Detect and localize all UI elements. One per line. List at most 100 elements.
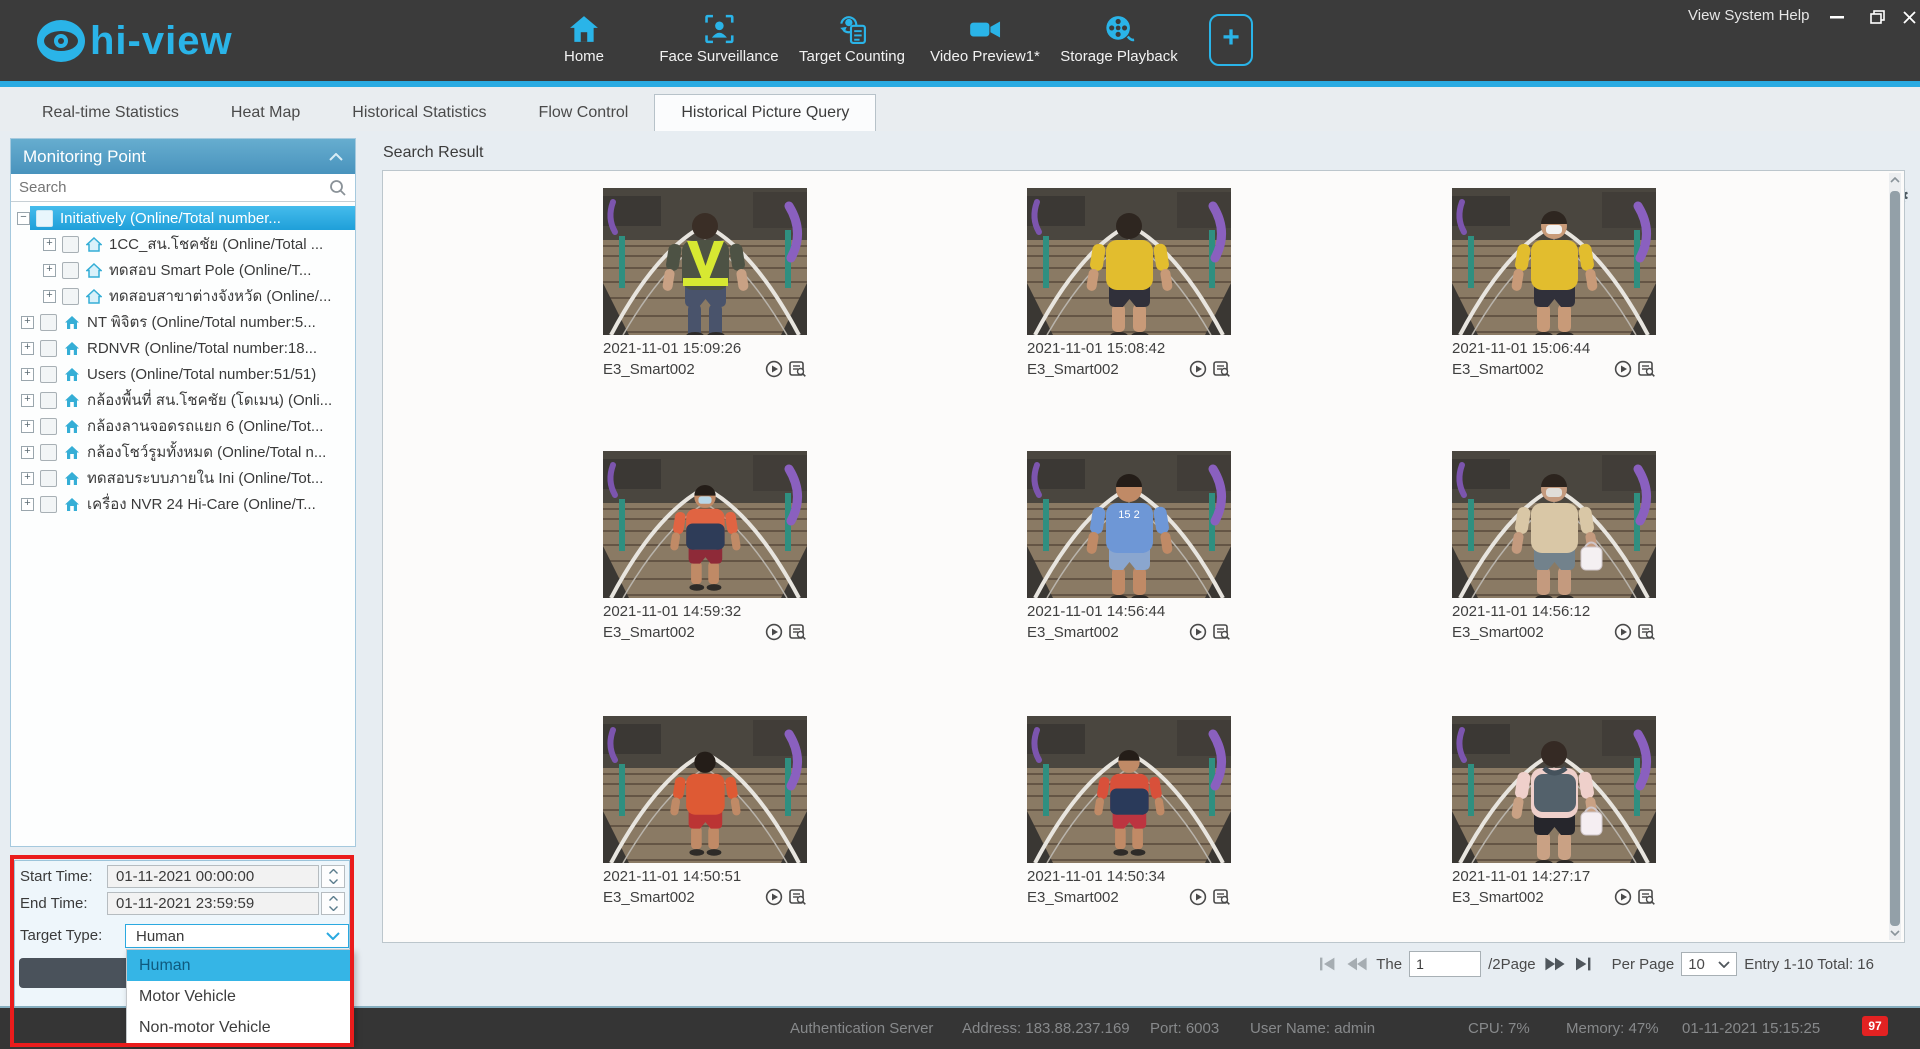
checkbox[interactable] [62, 236, 79, 253]
play-icon[interactable] [1614, 360, 1632, 378]
expand-icon[interactable]: + [21, 316, 34, 329]
tree-node[interactable]: ทดสอบสาขาต่างจังหวัด (Online/... [56, 284, 355, 308]
tree-node[interactable]: Initiatively (Online/Total number... [30, 206, 355, 230]
detail-search-icon[interactable] [788, 623, 807, 641]
tree-node[interactable]: Users (Online/Total number:51/51) [34, 362, 355, 386]
dropdown-option-motor-vehicle[interactable]: Motor Vehicle [127, 981, 353, 1012]
spinner-down-icon[interactable] [322, 877, 344, 888]
snapshot-image[interactable]: 15 2 [1027, 451, 1231, 598]
dropdown-option-non-motor-vehicle[interactable]: Non-motor Vehicle [127, 1012, 353, 1043]
target-type-select[interactable]: Human [125, 924, 349, 948]
tab-heat-map[interactable]: Heat Map [205, 95, 326, 131]
end-time-spinner[interactable] [321, 892, 345, 915]
search-icon[interactable] [329, 179, 347, 197]
collapse-icon[interactable]: − [17, 212, 30, 225]
start-time-field[interactable]: 01-11-2021 00:00:00 [107, 865, 319, 888]
checkbox[interactable] [62, 288, 79, 305]
tab-historical-statistics[interactable]: Historical Statistics [326, 95, 512, 131]
close-button[interactable] [1896, 6, 1920, 28]
next-page-button[interactable] [1543, 956, 1567, 972]
play-icon[interactable] [1189, 888, 1207, 906]
nav-item-home[interactable]: Home [564, 8, 604, 65]
tab-real-time-statistics[interactable]: Real-time Statistics [16, 95, 205, 131]
expand-icon[interactable]: + [21, 472, 34, 485]
checkbox[interactable] [36, 210, 53, 227]
play-icon[interactable] [765, 623, 783, 641]
tree-node[interactable]: RDNVR (Online/Total number:18... [34, 336, 355, 360]
scroll-up-icon[interactable] [1889, 173, 1901, 187]
checkbox[interactable] [40, 340, 57, 357]
tree-row[interactable]: +กล้องพื้นที่ สน.โชคชัย (โดเมน) (Onli... [11, 387, 355, 413]
start-time-spinner[interactable] [321, 865, 345, 888]
tab-flow-control[interactable]: Flow Control [513, 95, 655, 131]
tree-node[interactable]: 1CC_สน.โชคชัย (Online/Total ... [56, 232, 355, 256]
scroll-down-icon[interactable] [1889, 926, 1901, 940]
expand-icon[interactable]: + [21, 446, 34, 459]
view-system-help-link[interactable]: View System Help [1688, 7, 1809, 24]
restore-button[interactable] [1864, 6, 1890, 28]
last-page-button[interactable] [1574, 956, 1594, 972]
page-number-input[interactable] [1409, 951, 1481, 977]
detail-search-icon[interactable] [788, 888, 807, 906]
tree-row[interactable]: +ทดสอบสาขาต่างจังหวัด (Online/... [11, 283, 355, 309]
tree-row[interactable]: −Initiatively (Online/Total number... [11, 205, 355, 231]
play-icon[interactable] [1189, 360, 1207, 378]
expand-icon[interactable]: + [21, 394, 34, 407]
snapshot-image[interactable] [1027, 188, 1231, 335]
tree-node[interactable]: ทดสอบ Smart Pole (Online/T... [56, 258, 355, 282]
nav-item-face-surveillance[interactable]: Face Surveillance [659, 8, 778, 65]
spinner-up-icon[interactable] [322, 866, 344, 877]
tree-row[interactable]: +ทดสอบระบบภายใน Ini (Online/Tot... [11, 465, 355, 491]
tree-row[interactable]: +กล้องโชว์รูมทั้งหมด (Online/Total n... [11, 439, 355, 465]
play-icon[interactable] [765, 888, 783, 906]
expand-icon[interactable]: + [43, 238, 56, 251]
checkbox[interactable] [40, 470, 57, 487]
snapshot-image[interactable] [1452, 716, 1656, 863]
play-icon[interactable] [765, 360, 783, 378]
dropdown-option-human[interactable]: Human [127, 950, 353, 981]
detail-search-icon[interactable] [1637, 888, 1656, 906]
checkbox[interactable] [40, 444, 57, 461]
checkbox[interactable] [40, 366, 57, 383]
tree-row[interactable]: +Users (Online/Total number:51/51) [11, 361, 355, 387]
tree-row[interactable]: +ทดสอบ Smart Pole (Online/T... [11, 257, 355, 283]
tab-historical-picture-query[interactable]: Historical Picture Query [654, 94, 876, 131]
snapshot-image[interactable] [603, 188, 807, 335]
detail-search-icon[interactable] [788, 360, 807, 378]
snapshot-image[interactable] [603, 716, 807, 863]
monitoring-point-header[interactable]: Monitoring Point [11, 139, 355, 174]
tree-row[interactable]: +1CC_สน.โชคชัย (Online/Total ... [11, 231, 355, 257]
snapshot-image[interactable] [603, 451, 807, 598]
nav-item-target-counting[interactable]: Target Counting [799, 8, 905, 65]
per-page-select[interactable]: 10 [1681, 952, 1737, 976]
checkbox[interactable] [40, 496, 57, 513]
tree-node[interactable]: NT พิจิตร (Online/Total number:5... [34, 310, 355, 334]
tree-node[interactable]: ทดสอบระบบภายใน Ini (Online/Tot... [34, 466, 355, 490]
first-page-button[interactable] [1318, 956, 1338, 972]
vertical-scrollbar[interactable] [1889, 173, 1901, 940]
alert-count-badge[interactable]: 97 [1862, 1016, 1888, 1036]
snapshot-image[interactable] [1452, 188, 1656, 335]
expand-icon[interactable]: + [43, 290, 56, 303]
tree-node[interactable]: กล้องโชว์รูมทั้งหมด (Online/Total n... [34, 440, 355, 464]
tree-node[interactable]: กล้องพื้นที่ สน.โชคชัย (โดเมน) (Onli... [34, 388, 355, 412]
tree-node[interactable]: กล้องลานจอดรถแยก 6 (Online/Tot... [34, 414, 355, 438]
checkbox[interactable] [62, 262, 79, 279]
end-time-field[interactable]: 01-11-2021 23:59:59 [107, 892, 319, 915]
add-module-button[interactable]: + [1209, 14, 1253, 66]
play-icon[interactable] [1614, 623, 1632, 641]
detail-search-icon[interactable] [1212, 623, 1231, 641]
search-input[interactable] [11, 179, 329, 196]
tree-row[interactable]: +RDNVR (Online/Total number:18... [11, 335, 355, 361]
expand-icon[interactable]: + [21, 368, 34, 381]
expand-icon[interactable]: + [21, 420, 34, 433]
checkbox[interactable] [40, 392, 57, 409]
spinner-up-icon[interactable] [322, 893, 344, 904]
minimize-button[interactable] [1824, 6, 1850, 28]
tree-row[interactable]: +กล้องลานจอดรถแยก 6 (Online/Tot... [11, 413, 355, 439]
scrollbar-thumb[interactable] [1890, 191, 1900, 926]
nav-item-storage-playback[interactable]: Storage Playback [1060, 8, 1178, 65]
play-icon[interactable] [1614, 888, 1632, 906]
tree-node[interactable]: เครื่อง NVR 24 Hi-Care (Online/T... [34, 492, 355, 516]
expand-icon[interactable]: + [43, 264, 56, 277]
